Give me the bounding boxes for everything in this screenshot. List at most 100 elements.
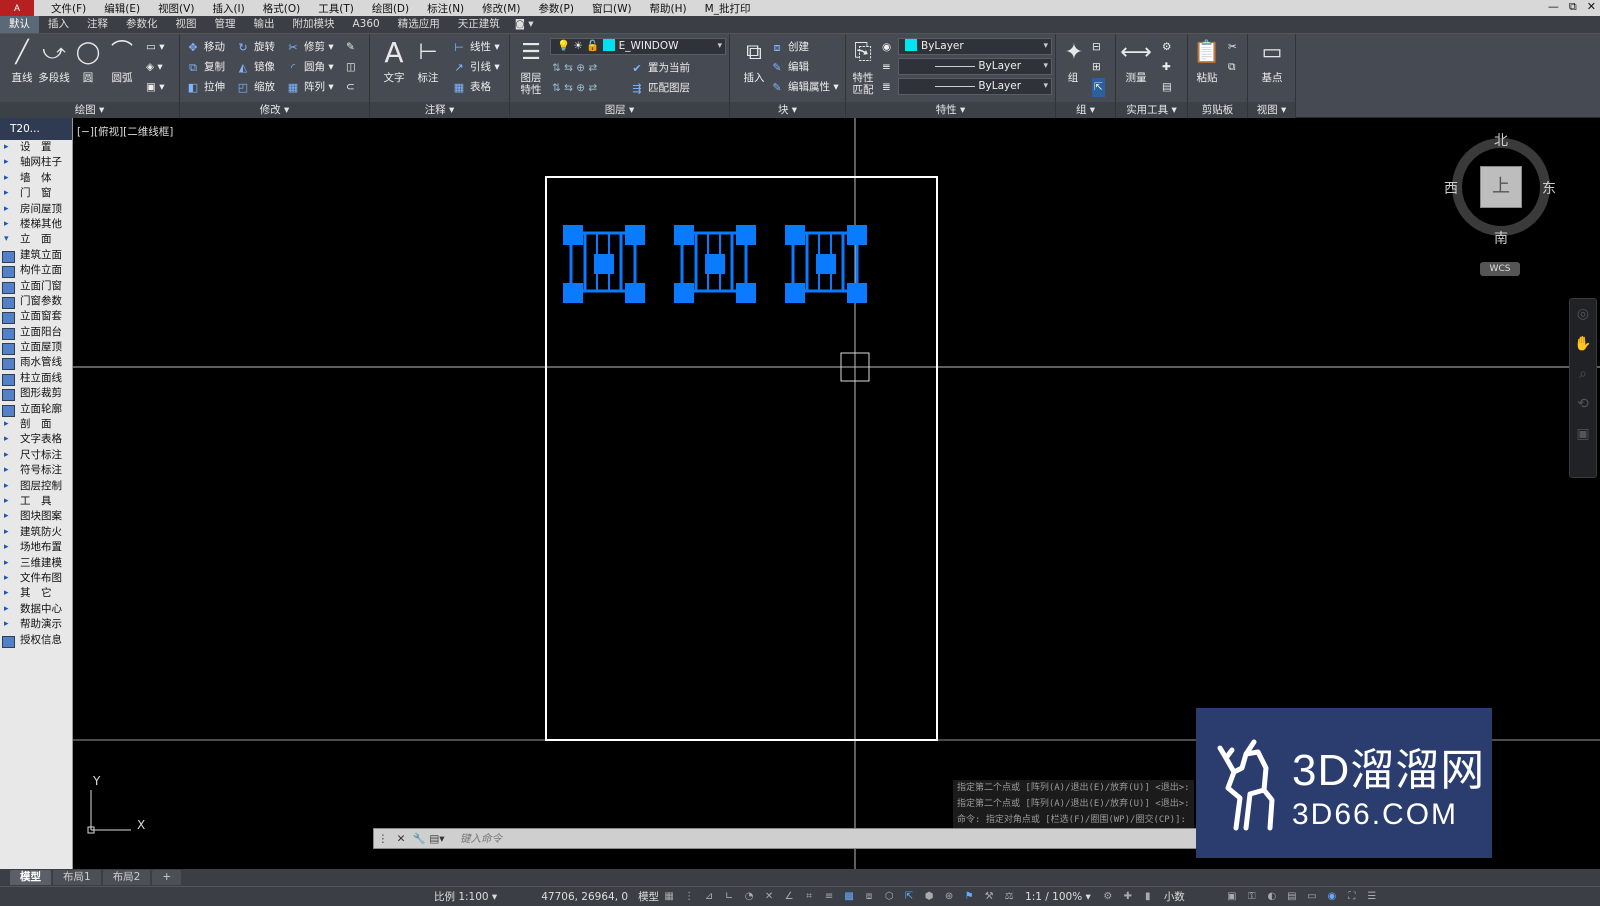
- linetype-dropdown[interactable]: ByLayer: [898, 58, 1052, 75]
- menu-item[interactable]: 帮助(H): [641, 1, 696, 16]
- mirror-button[interactable]: ◭ 镜像: [236, 58, 275, 77]
- dynamic-input-icon[interactable]: ⇱: [902, 891, 916, 903]
- menu-item[interactable]: 编辑(E): [95, 1, 149, 16]
- tianzheng-menu-item[interactable]: 雨水管线: [0, 355, 72, 371]
- tianzheng-menu-item[interactable]: 门 窗: [0, 186, 72, 202]
- ribbon-tab[interactable]: 天正建筑: [449, 16, 509, 33]
- orbit-icon[interactable]: ⟲: [1570, 389, 1596, 419]
- tianzheng-menu-item[interactable]: 其 它: [0, 586, 72, 602]
- region-icon[interactable]: ▣ ▾: [146, 78, 165, 97]
- ungroup-icon[interactable]: ⊟: [1092, 38, 1101, 57]
- auto-scale-icon[interactable]: ⚒: [982, 891, 996, 903]
- customize-icon[interactable]: 🔧: [410, 832, 428, 845]
- tianzheng-menu-item[interactable]: 文字表格: [0, 432, 72, 448]
- lock-ui-icon[interactable]: ⚿: [1245, 891, 1259, 903]
- rotate-button[interactable]: ↻ 旋转: [236, 38, 275, 57]
- close-button[interactable]: ✕: [1587, 0, 1596, 14]
- wcs-menu[interactable]: WCS: [1480, 262, 1520, 276]
- color-dropdown[interactable]: ByLayer: [898, 38, 1052, 55]
- tianzheng-menu-item[interactable]: 尺寸标注: [0, 448, 72, 464]
- ortho-icon[interactable]: ∟: [722, 891, 736, 903]
- tianzheng-menu-item[interactable]: 帮助演示: [0, 617, 72, 633]
- pan-icon[interactable]: ✋: [1570, 329, 1596, 359]
- drawing-canvas[interactable]: [−][俯视][二维线框] Y X 北 南 西 东 上 WCS ◎ ✋ ⌕ ⟲ …: [73, 118, 1600, 869]
- explode-icon[interactable]: ◫: [346, 58, 356, 77]
- 3d-osnap-icon[interactable]: ⬡: [882, 891, 896, 903]
- tianzheng-menu-item[interactable]: 立面轮廓: [0, 402, 72, 418]
- viewcube[interactable]: 北 南 西 东 上 WCS: [1444, 130, 1556, 276]
- restore-button[interactable]: ⧉: [1569, 0, 1577, 14]
- tianzheng-menu-item[interactable]: 数据中心: [0, 602, 72, 618]
- tianzheng-menu-item[interactable]: 图块图案: [0, 509, 72, 525]
- tianzheng-menu-item[interactable]: 立面阳台: [0, 325, 72, 341]
- base-button[interactable]: ▭ 基点: [1252, 38, 1292, 96]
- clipboard-panel-title[interactable]: 剪贴板: [1188, 102, 1247, 118]
- layer-tools-row2[interactable]: ⇅ ⇆ ⊕ ⇄: [552, 79, 597, 98]
- calculator-icon[interactable]: ▤: [1162, 78, 1172, 97]
- infer-icon[interactable]: ⊿: [702, 891, 716, 903]
- annotation-scale-dropdown[interactable]: 1:1 / 100% ▾: [1025, 891, 1091, 903]
- ribbon-options-icon[interactable]: ◙ ▾: [509, 16, 540, 33]
- tianzheng-menu-item[interactable]: 工 具: [0, 494, 72, 510]
- tianzheng-menu-item[interactable]: 剖 面: [0, 417, 72, 433]
- viewcube-top-face[interactable]: 上: [1480, 166, 1522, 208]
- tianzheng-menu-item[interactable]: 构件立面: [0, 263, 72, 279]
- tianzheng-menu-item[interactable]: 场地布置: [0, 540, 72, 556]
- tianzheng-menu-item[interactable]: 授权信息: [0, 633, 72, 648]
- ribbon-tab[interactable]: 输出: [245, 16, 284, 33]
- isometric-icon[interactable]: ⬢: [922, 891, 936, 903]
- app-logo[interactable]: A: [0, 0, 34, 16]
- layer-tools-row1[interactable]: ⇅ ⇆ ⊕ ⇄: [552, 59, 597, 78]
- insert-button[interactable]: ⧉ 插入: [734, 38, 774, 96]
- menu-item[interactable]: 修改(M): [473, 1, 529, 16]
- ribbon-tab[interactable]: 精选应用: [389, 16, 449, 33]
- selection-cycling-icon[interactable]: ⧈: [862, 891, 876, 903]
- tianzheng-menu-item[interactable]: 轴网柱子: [0, 155, 72, 171]
- ribbon-tab[interactable]: A360: [344, 16, 389, 33]
- leader-button[interactable]: ↗ 引线 ▾: [452, 58, 499, 77]
- annotation-scale-icon[interactable]: ⚖: [1002, 891, 1016, 903]
- group-panel-title[interactable]: 组 ▾: [1056, 102, 1115, 118]
- ribbon-tab[interactable]: 插入: [39, 16, 78, 33]
- recent-commands-icon[interactable]: ▤▾: [428, 833, 446, 845]
- draw-panel-title[interactable]: 绘图 ▾: [0, 102, 179, 118]
- view-panel-title[interactable]: 视图 ▾: [1248, 102, 1295, 118]
- isolate-objects-icon[interactable]: ◐: [1265, 891, 1279, 903]
- lineweight-toggle-icon[interactable]: ≡: [822, 891, 836, 903]
- create-block-button[interactable]: ⧈ 创建: [770, 38, 810, 57]
- menu-item[interactable]: 绘图(D): [363, 1, 418, 16]
- arc-button[interactable]: ⌒ 圆弧: [102, 38, 142, 96]
- tianzheng-menu-item[interactable]: 建筑立面: [0, 248, 72, 264]
- compass-north[interactable]: 北: [1494, 130, 1508, 150]
- fillet-button[interactable]: ◜ 圆角 ▾: [286, 58, 334, 77]
- tianzheng-menu-item[interactable]: 建筑防火: [0, 525, 72, 541]
- scale-dropdown[interactable]: 比例 1:100 ▾: [434, 889, 497, 904]
- utilities-panel-title[interactable]: 实用工具 ▾: [1116, 102, 1187, 118]
- compass-south[interactable]: 南: [1494, 228, 1508, 248]
- steering-wheel-icon[interactable]: ◎: [1570, 299, 1596, 329]
- tianzheng-menu-item[interactable]: 楼梯其他: [0, 217, 72, 233]
- tianzheng-panel-header[interactable]: T20...: [0, 118, 72, 140]
- rectangle-icon[interactable]: ▭ ▾: [146, 38, 165, 57]
- stretch-button[interactable]: ◧ 拉伸: [186, 78, 225, 97]
- model-space-button[interactable]: 模型: [638, 889, 659, 904]
- tab-model[interactable]: 模型: [10, 870, 51, 885]
- compass-east[interactable]: 东: [1542, 178, 1556, 198]
- snap-icon[interactable]: ⋮: [682, 891, 696, 903]
- tianzheng-menu-item[interactable]: 立面屋顶: [0, 340, 72, 356]
- tab-layout1[interactable]: 布局1: [53, 870, 101, 885]
- grid-icon[interactable]: ▦: [662, 891, 676, 903]
- compass-west[interactable]: 西: [1444, 178, 1458, 198]
- gizmo-icon[interactable]: ⊛: [942, 891, 956, 903]
- hatch-icon[interactable]: ◈ ▾: [146, 58, 163, 77]
- tianzheng-menu-item[interactable]: 墙 体: [0, 171, 72, 187]
- scale-button[interactable]: ◰ 缩放: [236, 78, 275, 97]
- tianzheng-menu-item[interactable]: 立面窗套: [0, 309, 72, 325]
- edit-attributes-button[interactable]: ✎ 编辑属性 ▾: [770, 78, 838, 97]
- minimize-button[interactable]: —: [1548, 0, 1559, 14]
- dynamic-ucs-icon[interactable]: ⌗: [802, 891, 816, 903]
- osnap-icon[interactable]: ✕: [762, 891, 776, 903]
- group-select-icon[interactable]: ⇱: [1092, 78, 1105, 97]
- showmotion-icon[interactable]: ▣: [1570, 419, 1596, 449]
- trim-button[interactable]: ✂ 修剪 ▾: [286, 38, 333, 57]
